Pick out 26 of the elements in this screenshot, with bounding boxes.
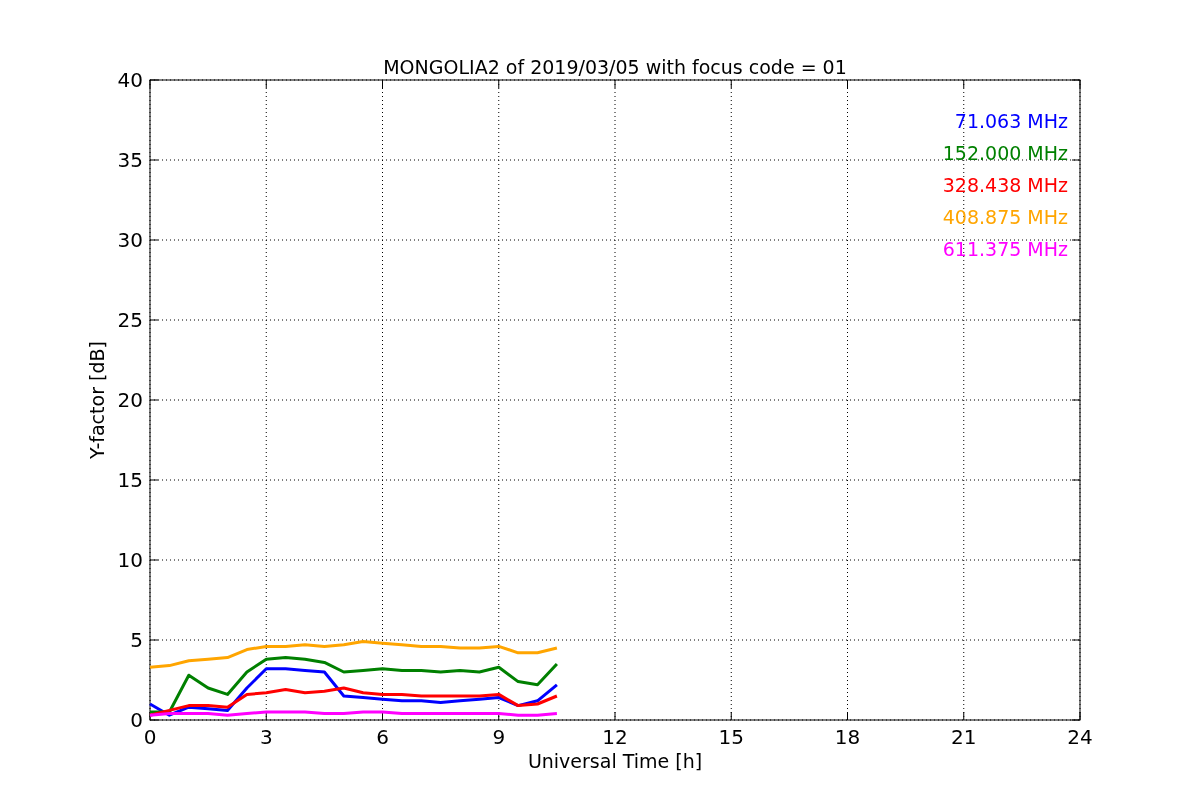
y-tick-label: 10 <box>117 548 143 572</box>
x-tick-label: 0 <box>143 725 157 749</box>
x-tick-label: 15 <box>718 725 744 749</box>
x-tick-label: 21 <box>951 725 977 749</box>
x-tick-label: 6 <box>376 725 389 749</box>
legend-label: 328.438 MHz <box>942 174 1068 196</box>
legend-label: 611.375 MHz <box>942 238 1068 260</box>
y-tick-label: 20 <box>117 388 143 412</box>
chart-title: MONGOLIA2 of 2019/03/05 with focus code = 01 <box>383 56 847 78</box>
x-axis-label: Universal Time [h] <box>527 750 703 772</box>
y-tick-label: 15 <box>117 468 143 492</box>
x-tick-label: 9 <box>492 725 506 749</box>
y-tick-label: 40 <box>117 68 143 92</box>
y-tick-label: 5 <box>130 628 143 652</box>
legend-label: 408.875 MHz <box>942 206 1068 228</box>
y-axis-label: Y-factor [dB] <box>86 341 108 459</box>
x-tick-label: 3 <box>259 725 273 749</box>
y-tick-label: 0 <box>130 708 143 732</box>
x-tick-label: 24 <box>1067 725 1093 749</box>
y-tick-label: 25 <box>117 308 143 332</box>
legend-label: 71.063 MHz <box>954 110 1068 132</box>
x-tick-label: 12 <box>602 725 628 749</box>
y-tick-label: 30 <box>117 228 143 252</box>
y-tick-label: 35 <box>117 148 143 172</box>
x-tick-label: 18 <box>834 725 861 749</box>
legend-label: 152.000 MHz <box>942 142 1068 164</box>
